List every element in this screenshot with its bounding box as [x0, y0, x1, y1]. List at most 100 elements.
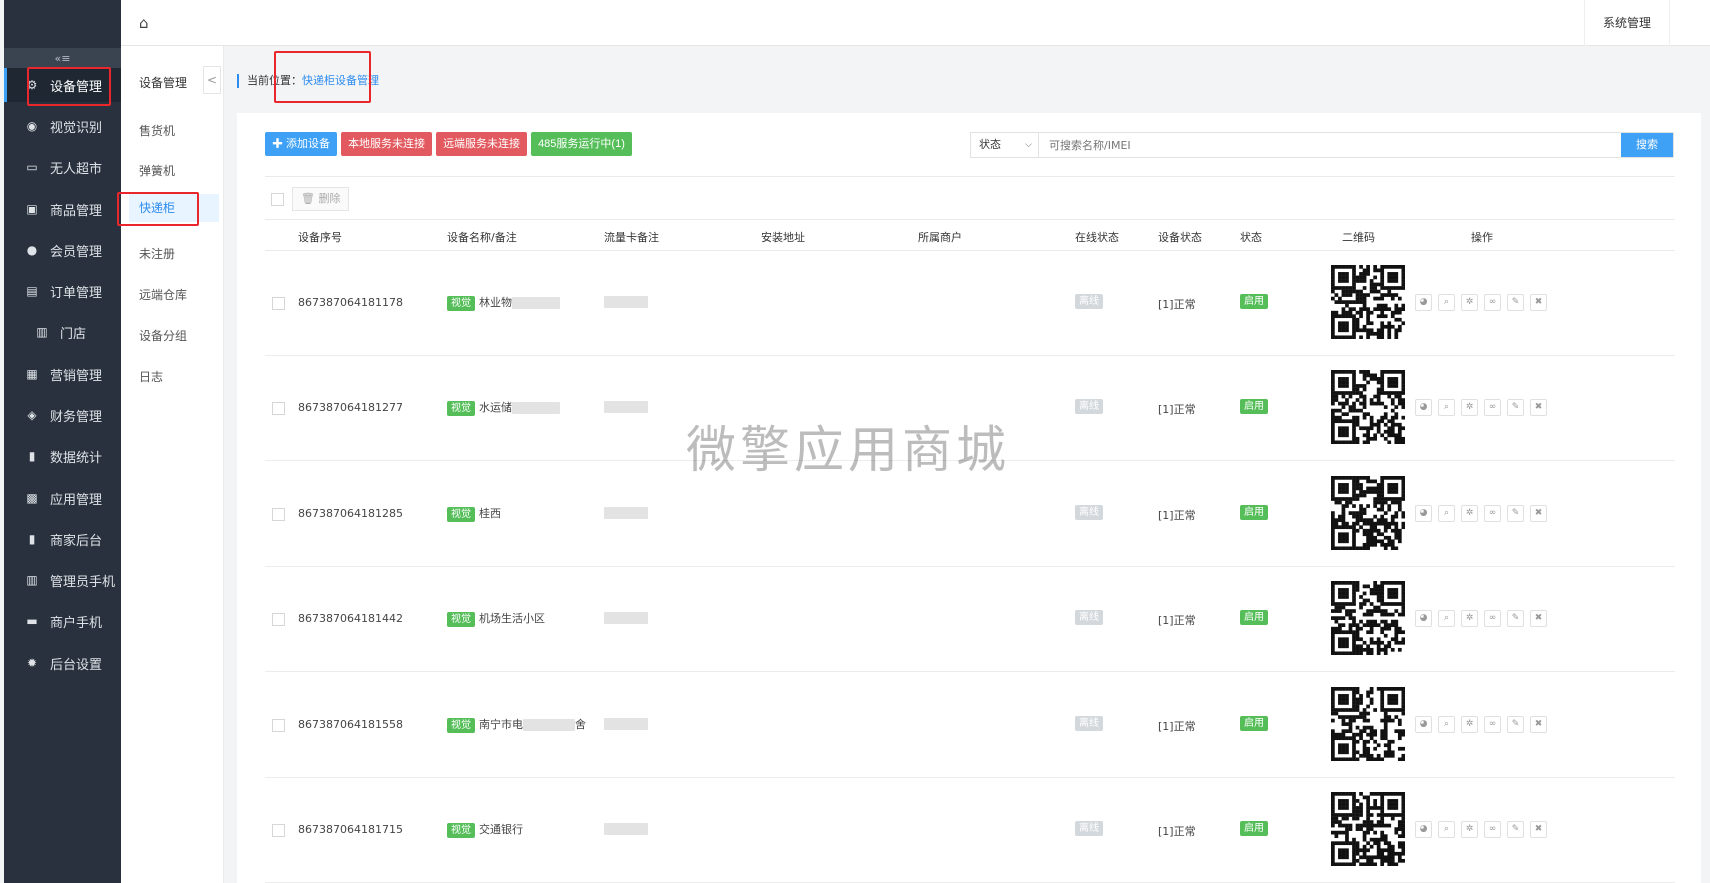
- submenu-item-5[interactable]: 设备分组: [139, 327, 187, 344]
- row-checkbox[interactable]: [272, 613, 285, 627]
- gear-icon[interactable]: ✲: [1461, 715, 1478, 733]
- row-checkbox[interactable]: [272, 507, 285, 521]
- submenu-item-2[interactable]: 快递柜: [129, 194, 219, 222]
- search-icon[interactable]: ⌕: [1438, 610, 1455, 628]
- trash-icon[interactable]: ✖: [1530, 399, 1547, 417]
- row-checkbox[interactable]: [272, 824, 285, 837]
- sidebar-item-6[interactable]: ▥ 门店: [4, 315, 121, 349]
- row-checkbox[interactable]: [272, 718, 285, 732]
- pie-chart-icon[interactable]: ◕: [1415, 610, 1432, 628]
- vision-tag: 视觉: [447, 506, 475, 522]
- sidebar-item-11[interactable]: ▮ 商家后台: [4, 522, 121, 556]
- service-485-status-button[interactable]: 485服务运行中(1): [531, 132, 632, 156]
- sidebar-item-5[interactable]: ▤ 订单管理: [4, 274, 121, 308]
- search-icon[interactable]: ⌕: [1438, 504, 1455, 522]
- gear-icon[interactable]: ✲: [1461, 610, 1478, 628]
- sidebar-item-0[interactable]: ⚙ 设备管理: [4, 68, 121, 102]
- sidebar-item-label: 视觉识别: [50, 120, 103, 136]
- row-checkbox[interactable]: [272, 297, 285, 310]
- link-icon[interactable]: ∞: [1484, 504, 1501, 522]
- row-checkbox[interactable]: [272, 402, 285, 416]
- qr-code[interactable]: [1331, 370, 1406, 445]
- edit-icon[interactable]: ✎: [1507, 504, 1524, 522]
- device-name-cell: 视觉 桂西: [447, 505, 501, 522]
- submenu-item-1[interactable]: 弹簧机: [139, 162, 175, 179]
- select-all-checkbox[interactable]: [271, 192, 284, 206]
- bulk-delete-button[interactable]: 🗑 删除: [292, 187, 350, 211]
- trash-icon[interactable]: ✖: [1530, 821, 1547, 838]
- edit-icon[interactable]: ✎: [1507, 715, 1524, 733]
- submenu-collapse-button[interactable]: <: [203, 66, 221, 94]
- link-icon[interactable]: ∞: [1484, 610, 1501, 628]
- sidebar-item-13[interactable]: ▬ 商户手机: [4, 604, 121, 638]
- qr-code[interactable]: [1331, 475, 1406, 550]
- gear-icon[interactable]: ✲: [1461, 504, 1478, 522]
- qr-code[interactable]: [1331, 686, 1406, 761]
- search-icon[interactable]: ⌕: [1438, 294, 1455, 311]
- link-icon[interactable]: ∞: [1484, 821, 1501, 838]
- search-icon[interactable]: ⌕: [1438, 821, 1455, 838]
- trash-icon[interactable]: ✖: [1530, 715, 1547, 733]
- sidebar-item-10[interactable]: ▩ 应用管理: [4, 481, 121, 515]
- link-icon[interactable]: ∞: [1484, 294, 1501, 311]
- system-management-menu[interactable]: 系统管理: [1583, 0, 1670, 46]
- search-icon[interactable]: ⌕: [1438, 715, 1455, 733]
- link-icon[interactable]: ∞: [1484, 715, 1501, 733]
- enabled-badge[interactable]: 启用: [1240, 504, 1268, 520]
- sidebar-item-4[interactable]: ● 会员管理: [4, 233, 121, 267]
- sidebar-item-12[interactable]: ▥ 管理员手机: [4, 563, 121, 597]
- qr-code[interactable]: [1331, 265, 1406, 340]
- table-row[interactable]: 867387064181178 视觉 林业物 离线 [1]正常 启用 ◕ ⌕ ✲ ∞ ✎ ✖: [265, 251, 1675, 356]
- edit-icon[interactable]: ✎: [1507, 399, 1524, 417]
- search-input[interactable]: [1039, 133, 1621, 157]
- trash-icon[interactable]: ✖: [1530, 610, 1547, 628]
- enabled-badge[interactable]: 启用: [1240, 715, 1268, 731]
- sidebar-item-3[interactable]: ▣ 商品管理: [4, 192, 121, 226]
- sidebar-item-1[interactable]: ◉ 视觉识别: [4, 109, 121, 143]
- search-button[interactable]: 搜索: [1621, 133, 1673, 157]
- home-icon[interactable]: ⌂: [139, 14, 149, 32]
- qr-code[interactable]: [1331, 581, 1406, 656]
- remote-service-status-button[interactable]: 远端服务未连接: [436, 132, 528, 156]
- trash-icon[interactable]: ✖: [1530, 504, 1547, 522]
- search-icon[interactable]: ⌕: [1438, 399, 1455, 417]
- edit-icon[interactable]: ✎: [1507, 610, 1524, 628]
- submenu-item-6[interactable]: 日志: [139, 368, 163, 385]
- local-service-status-button[interactable]: 本地服务未连接: [341, 132, 433, 156]
- table-row[interactable]: 867387064181715 视觉 交通银行 离线 [1]正常 启用 ◕ ⌕ ✲ ∞ ✎ ✖: [265, 778, 1675, 883]
- gear-icon[interactable]: ✲: [1461, 294, 1478, 311]
- sidebar-item-2[interactable]: ▭ 无人超市: [4, 150, 121, 184]
- edit-icon[interactable]: ✎: [1507, 821, 1524, 838]
- pie-chart-icon[interactable]: ◕: [1415, 821, 1432, 838]
- edit-icon[interactable]: ✎: [1507, 294, 1524, 311]
- enabled-badge[interactable]: 启用: [1240, 294, 1268, 309]
- link-icon[interactable]: ∞: [1484, 399, 1501, 417]
- sidebar-item-14[interactable]: ✹ 后台设置: [4, 646, 121, 680]
- qr-code-image: [1331, 475, 1406, 550]
- pie-chart-icon[interactable]: ◕: [1415, 399, 1432, 417]
- table-row[interactable]: 867387064181442 视觉 机场生活小区 离线 [1]正常 启用 ◕ ⌕ ✲ ∞ ✎ ✖: [265, 567, 1675, 673]
- submenu-item-4[interactable]: 远端仓库: [139, 286, 187, 303]
- enabled-badge[interactable]: 启用: [1240, 821, 1268, 836]
- table-row[interactable]: 867387064181558 视觉 南宁市电 舍 离线 [1]正常 启用 ◕ ⌕ ✲ ∞ ✎ ✖: [265, 673, 1675, 778]
- devices-icon: ⚙: [26, 78, 38, 92]
- trash-icon[interactable]: ✖: [1530, 294, 1547, 311]
- gear-icon[interactable]: ✲: [1461, 399, 1478, 417]
- pie-chart-icon[interactable]: ◕: [1415, 715, 1432, 733]
- online-status-cell: 离线: [1075, 294, 1103, 309]
- enabled-badge[interactable]: 启用: [1240, 399, 1268, 415]
- sidebar-collapse-icon[interactable]: «≡: [4, 48, 121, 70]
- qr-code[interactable]: [1331, 792, 1406, 867]
- add-device-button[interactable]: ✚ 添加设备: [265, 132, 338, 156]
- enabled-badge[interactable]: 启用: [1240, 610, 1268, 626]
- gear-icon[interactable]: ✲: [1461, 821, 1478, 838]
- pie-chart-icon[interactable]: ◕: [1415, 294, 1432, 311]
- submenu-item-3[interactable]: 未注册: [139, 245, 175, 262]
- sidebar-item-9[interactable]: ▮ 数据统计: [4, 439, 121, 473]
- breadcrumb-current[interactable]: 快递柜设备管理: [302, 74, 379, 87]
- status-select[interactable]: 状态 ⌵: [971, 133, 1039, 157]
- sidebar-item-8[interactable]: ◈ 财务管理: [4, 398, 121, 432]
- sidebar-item-7[interactable]: ▦ 营销管理: [4, 357, 121, 391]
- submenu-item-0[interactable]: 售货机: [139, 122, 175, 139]
- pie-chart-icon[interactable]: ◕: [1415, 504, 1432, 522]
